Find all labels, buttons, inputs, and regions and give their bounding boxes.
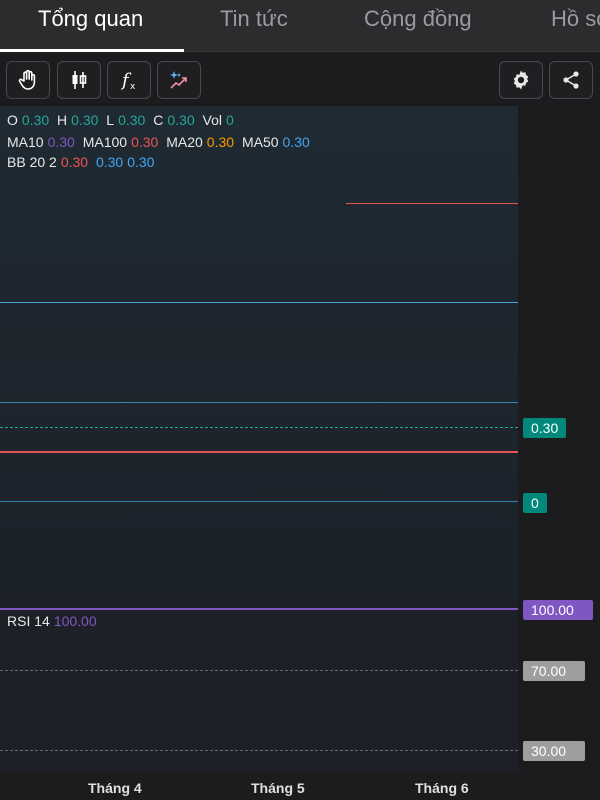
ma50-label: MA50	[241, 134, 279, 150]
xaxis-label-april: Tháng 4	[88, 780, 142, 796]
main-plot-area[interactable]	[0, 106, 518, 610]
high-value: 0.30	[71, 112, 99, 128]
last-price-line	[0, 427, 518, 428]
svg-text:x: x	[130, 82, 136, 92]
ma20-value: 0.30	[206, 134, 235, 150]
ma100-label: MA100	[82, 134, 128, 150]
share-icon	[563, 71, 579, 89]
bb-middle-value: 0.30	[95, 154, 124, 170]
candlestick-icon	[72, 71, 87, 89]
rsi-70-line	[0, 670, 518, 671]
gear-icon	[513, 70, 529, 90]
bb-lower-value: 0.30	[127, 154, 155, 170]
bb-lower-line	[0, 501, 518, 502]
close-label: C	[153, 112, 164, 128]
volume-value: 0	[225, 112, 234, 128]
ohlc-legend: O 0.30 H 0.30 L 0.30 C 0.30 Vol 0	[7, 112, 238, 128]
xaxis-label-may: Tháng 5	[251, 780, 305, 796]
bb-legend: BB 20 2 0.30 0.30 0.30	[7, 154, 158, 170]
rsi-70-tag: 70.00	[523, 661, 585, 681]
open-label: O	[7, 112, 18, 128]
tab-community[interactable]: Cộng đồng	[364, 6, 472, 32]
tab-profile[interactable]: Hồ sơ	[551, 6, 600, 32]
ai-sparkle-icon	[170, 71, 187, 89]
ma50-value: 0.30	[282, 134, 310, 150]
ma100-value: 0.30	[131, 134, 159, 150]
function-icon: f x	[120, 70, 136, 92]
tab-overview[interactable]: Tổng quan	[38, 6, 143, 32]
bb-upper-line	[0, 302, 518, 303]
tab-bar: Tổng quan Tin tức Cộng đồng Hồ sơ	[0, 0, 600, 52]
ma100-line-segment	[346, 203, 518, 204]
low-label: L	[106, 112, 115, 128]
ma-legend: MA10 0.30 MA100 0.30 MA20 0.30 MA50 0.30	[7, 134, 314, 150]
ai-analysis-button[interactable]	[157, 61, 201, 99]
indicators-button[interactable]: f x	[107, 61, 151, 99]
tab-news[interactable]: Tin tức	[220, 6, 288, 32]
rsi-value: 100.00	[53, 613, 97, 629]
ma20-label: MA20	[166, 134, 203, 150]
bb-upper-value: 0.30	[60, 154, 89, 170]
high-label: H	[57, 112, 68, 128]
rsi-30-tag: 30.00	[523, 741, 585, 761]
chart-type-button[interactable]	[57, 61, 101, 99]
xaxis-label-june: Tháng 6	[415, 780, 469, 796]
chart-toolbar: f x	[0, 52, 600, 106]
ma10-value: 0.30	[47, 134, 75, 150]
time-axis[interactable]: Tháng 4 Tháng 5 Tháng 6	[0, 772, 600, 800]
volume-label: Vol	[202, 112, 222, 128]
close-value: 0.30	[167, 112, 195, 128]
bb-label: BB 20 2	[7, 154, 57, 170]
volume-tag: 0	[523, 493, 547, 513]
low-value: 0.30	[118, 112, 146, 128]
share-button[interactable]	[549, 61, 593, 99]
open-value: 0.30	[21, 112, 50, 128]
ma10-label: MA10	[7, 134, 44, 150]
last-price-tag: 0.30	[523, 418, 567, 438]
rsi-value-tag: 100.00	[523, 600, 593, 620]
rsi-30-line	[0, 750, 518, 751]
rsi-line	[0, 608, 518, 610]
ma-line-red	[0, 451, 518, 453]
hand-icon	[18, 69, 36, 90]
price-chart[interactable]: O 0.30 H 0.30 L 0.30 C 0.30 Vol 0 MA10 0.30 MA…	[0, 106, 600, 772]
rsi-legend: RSI 14 100.00	[7, 613, 101, 629]
rsi-label: RSI 14	[7, 613, 50, 629]
bb-middle-line	[0, 402, 518, 403]
rsi-plot-area[interactable]	[0, 610, 518, 772]
hand-tool-button[interactable]	[6, 61, 50, 99]
settings-button[interactable]	[499, 61, 543, 99]
